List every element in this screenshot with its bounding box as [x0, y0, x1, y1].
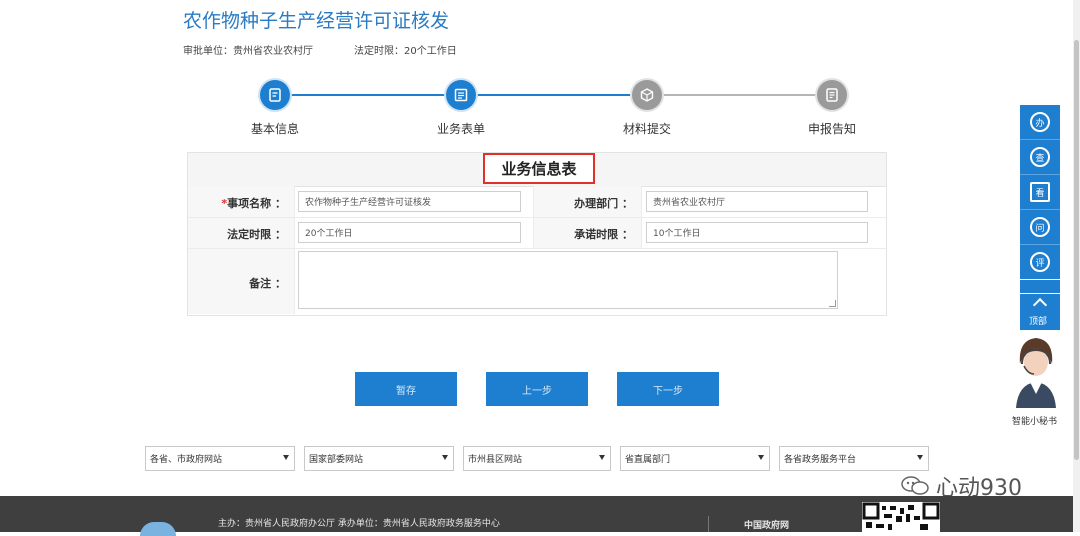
scrollbar-thumb[interactable] [1074, 40, 1079, 460]
step-material-submit[interactable] [632, 80, 662, 110]
select-value: 国家部委网站 [309, 455, 364, 465]
chevron-down-icon [758, 455, 764, 460]
item-name-label: *事项名称 ： [188, 195, 286, 211]
row-divider [188, 217, 886, 218]
select-value: 市州县区网站 [468, 455, 523, 465]
document-icon [269, 88, 281, 102]
dept-label: 办理部门 ： [574, 197, 633, 210]
step-label-notice: 申报告知 [807, 122, 857, 136]
resize-handle-icon[interactable] [829, 300, 836, 307]
select-value: 各省政务服务平台 [784, 455, 857, 465]
page-title: 农作物种子生产经营许可证核发 [183, 10, 450, 32]
prev-step-button[interactable]: 上一步 [486, 372, 588, 406]
side-view-button[interactable]: 看 [1020, 175, 1060, 209]
side-spacer [1020, 280, 1060, 293]
remark-textarea[interactable] [298, 251, 838, 309]
side-handle-button[interactable]: 办 [1020, 105, 1060, 139]
gov-site-link[interactable]: 中国政府网 [744, 518, 789, 531]
chevron-down-icon [917, 455, 923, 460]
step-basic-info[interactable] [260, 80, 290, 110]
step-connector-1 [290, 94, 460, 96]
wechat-icon [901, 476, 929, 495]
ask-icon: 问 [1030, 217, 1050, 237]
dept-field[interactable]: 贵州省农业农村厅 [646, 191, 868, 212]
remark-label: 备注 ： [249, 277, 286, 290]
legal-time-limit: 法定时限：20个工作日 [354, 46, 457, 57]
legal-limit-label: 法定时限 ： [227, 228, 286, 241]
legal-limit-field[interactable]: 20个工作日 [298, 222, 521, 243]
rate-icon: 评 [1030, 252, 1050, 272]
select-value: 各省、市政府网站 [150, 455, 223, 465]
select-provincial-sites[interactable]: 各省、市政府网站 [145, 446, 295, 471]
next-step-button[interactable]: 下一步 [617, 372, 719, 406]
promise-limit-label: 承诺时限 ： [574, 228, 633, 241]
select-ministry-sites[interactable]: 国家部委网站 [304, 446, 454, 471]
form-title: 业务信息表 [483, 153, 595, 184]
assistant-avatar-icon [1016, 338, 1056, 408]
side-query-button[interactable]: 查 [1020, 140, 1060, 174]
step-notice[interactable] [817, 80, 847, 110]
query-icon: 查 [1030, 147, 1050, 167]
emblem-icon [140, 522, 176, 536]
back-to-top-button[interactable]: 顶部 [1020, 294, 1060, 330]
handle-icon: 办 [1030, 112, 1050, 132]
step-label-material-submit: 材料提交 [622, 122, 672, 136]
item-name-field[interactable]: 农作物种子生产经营许可证核发 [298, 191, 521, 212]
form-icon [454, 88, 468, 102]
select-provincial-departments[interactable]: 省直属部门 [620, 446, 770, 471]
footer-divider [708, 516, 709, 532]
assistant-avatar[interactable] [1010, 334, 1062, 408]
select-value: 省直属部门 [625, 455, 671, 465]
footer-host: 主办：贵州省人民政府办公厅 承办单位：贵州省人民政府政务服务中心 [218, 519, 500, 529]
save-draft-button[interactable]: 暂存 [355, 372, 457, 406]
step-business-form[interactable] [446, 80, 476, 110]
divider [294, 186, 295, 314]
row-divider [188, 248, 886, 249]
box-icon [640, 88, 654, 102]
step-connector-2 [476, 94, 631, 96]
qr-code [862, 502, 940, 532]
business-info-table: 业务信息表 *事项名称 ： 农作物种子生产经营许可证核发 办理部门 ： 贵州省农… [187, 152, 887, 316]
chevron-down-icon [599, 455, 605, 460]
view-icon: 看 [1030, 182, 1050, 202]
assistant-label: 智能小秘书 [1012, 417, 1058, 427]
side-ask-button[interactable]: 问 [1020, 210, 1060, 244]
chevron-down-icon [283, 455, 289, 460]
side-rate-button[interactable]: 评 [1020, 245, 1060, 279]
select-service-platforms[interactable]: 各省政务服务平台 [779, 446, 929, 471]
item-name-label-text: 事项名称 ： [227, 197, 286, 210]
chevron-down-icon [442, 455, 448, 460]
footer: 主办：贵州省人民政府办公厅 承办单位：贵州省人民政府政务服务中心 中国政府网 [0, 496, 1080, 536]
back-to-top-label: 顶部 [1029, 317, 1048, 327]
step-label-basic-info: 基本信息 [250, 122, 300, 136]
step-connector-3 [662, 94, 817, 96]
chevron-up-icon [1032, 297, 1048, 313]
promise-limit-field[interactable]: 10个工作日 [646, 222, 868, 243]
select-city-county-sites[interactable]: 市州县区网站 [463, 446, 611, 471]
notice-icon [826, 88, 838, 102]
step-label-business-form: 业务表单 [436, 122, 486, 136]
approval-unit: 审批单位：贵州省农业农村厅 [183, 46, 313, 57]
qr-code-icon [862, 502, 940, 530]
